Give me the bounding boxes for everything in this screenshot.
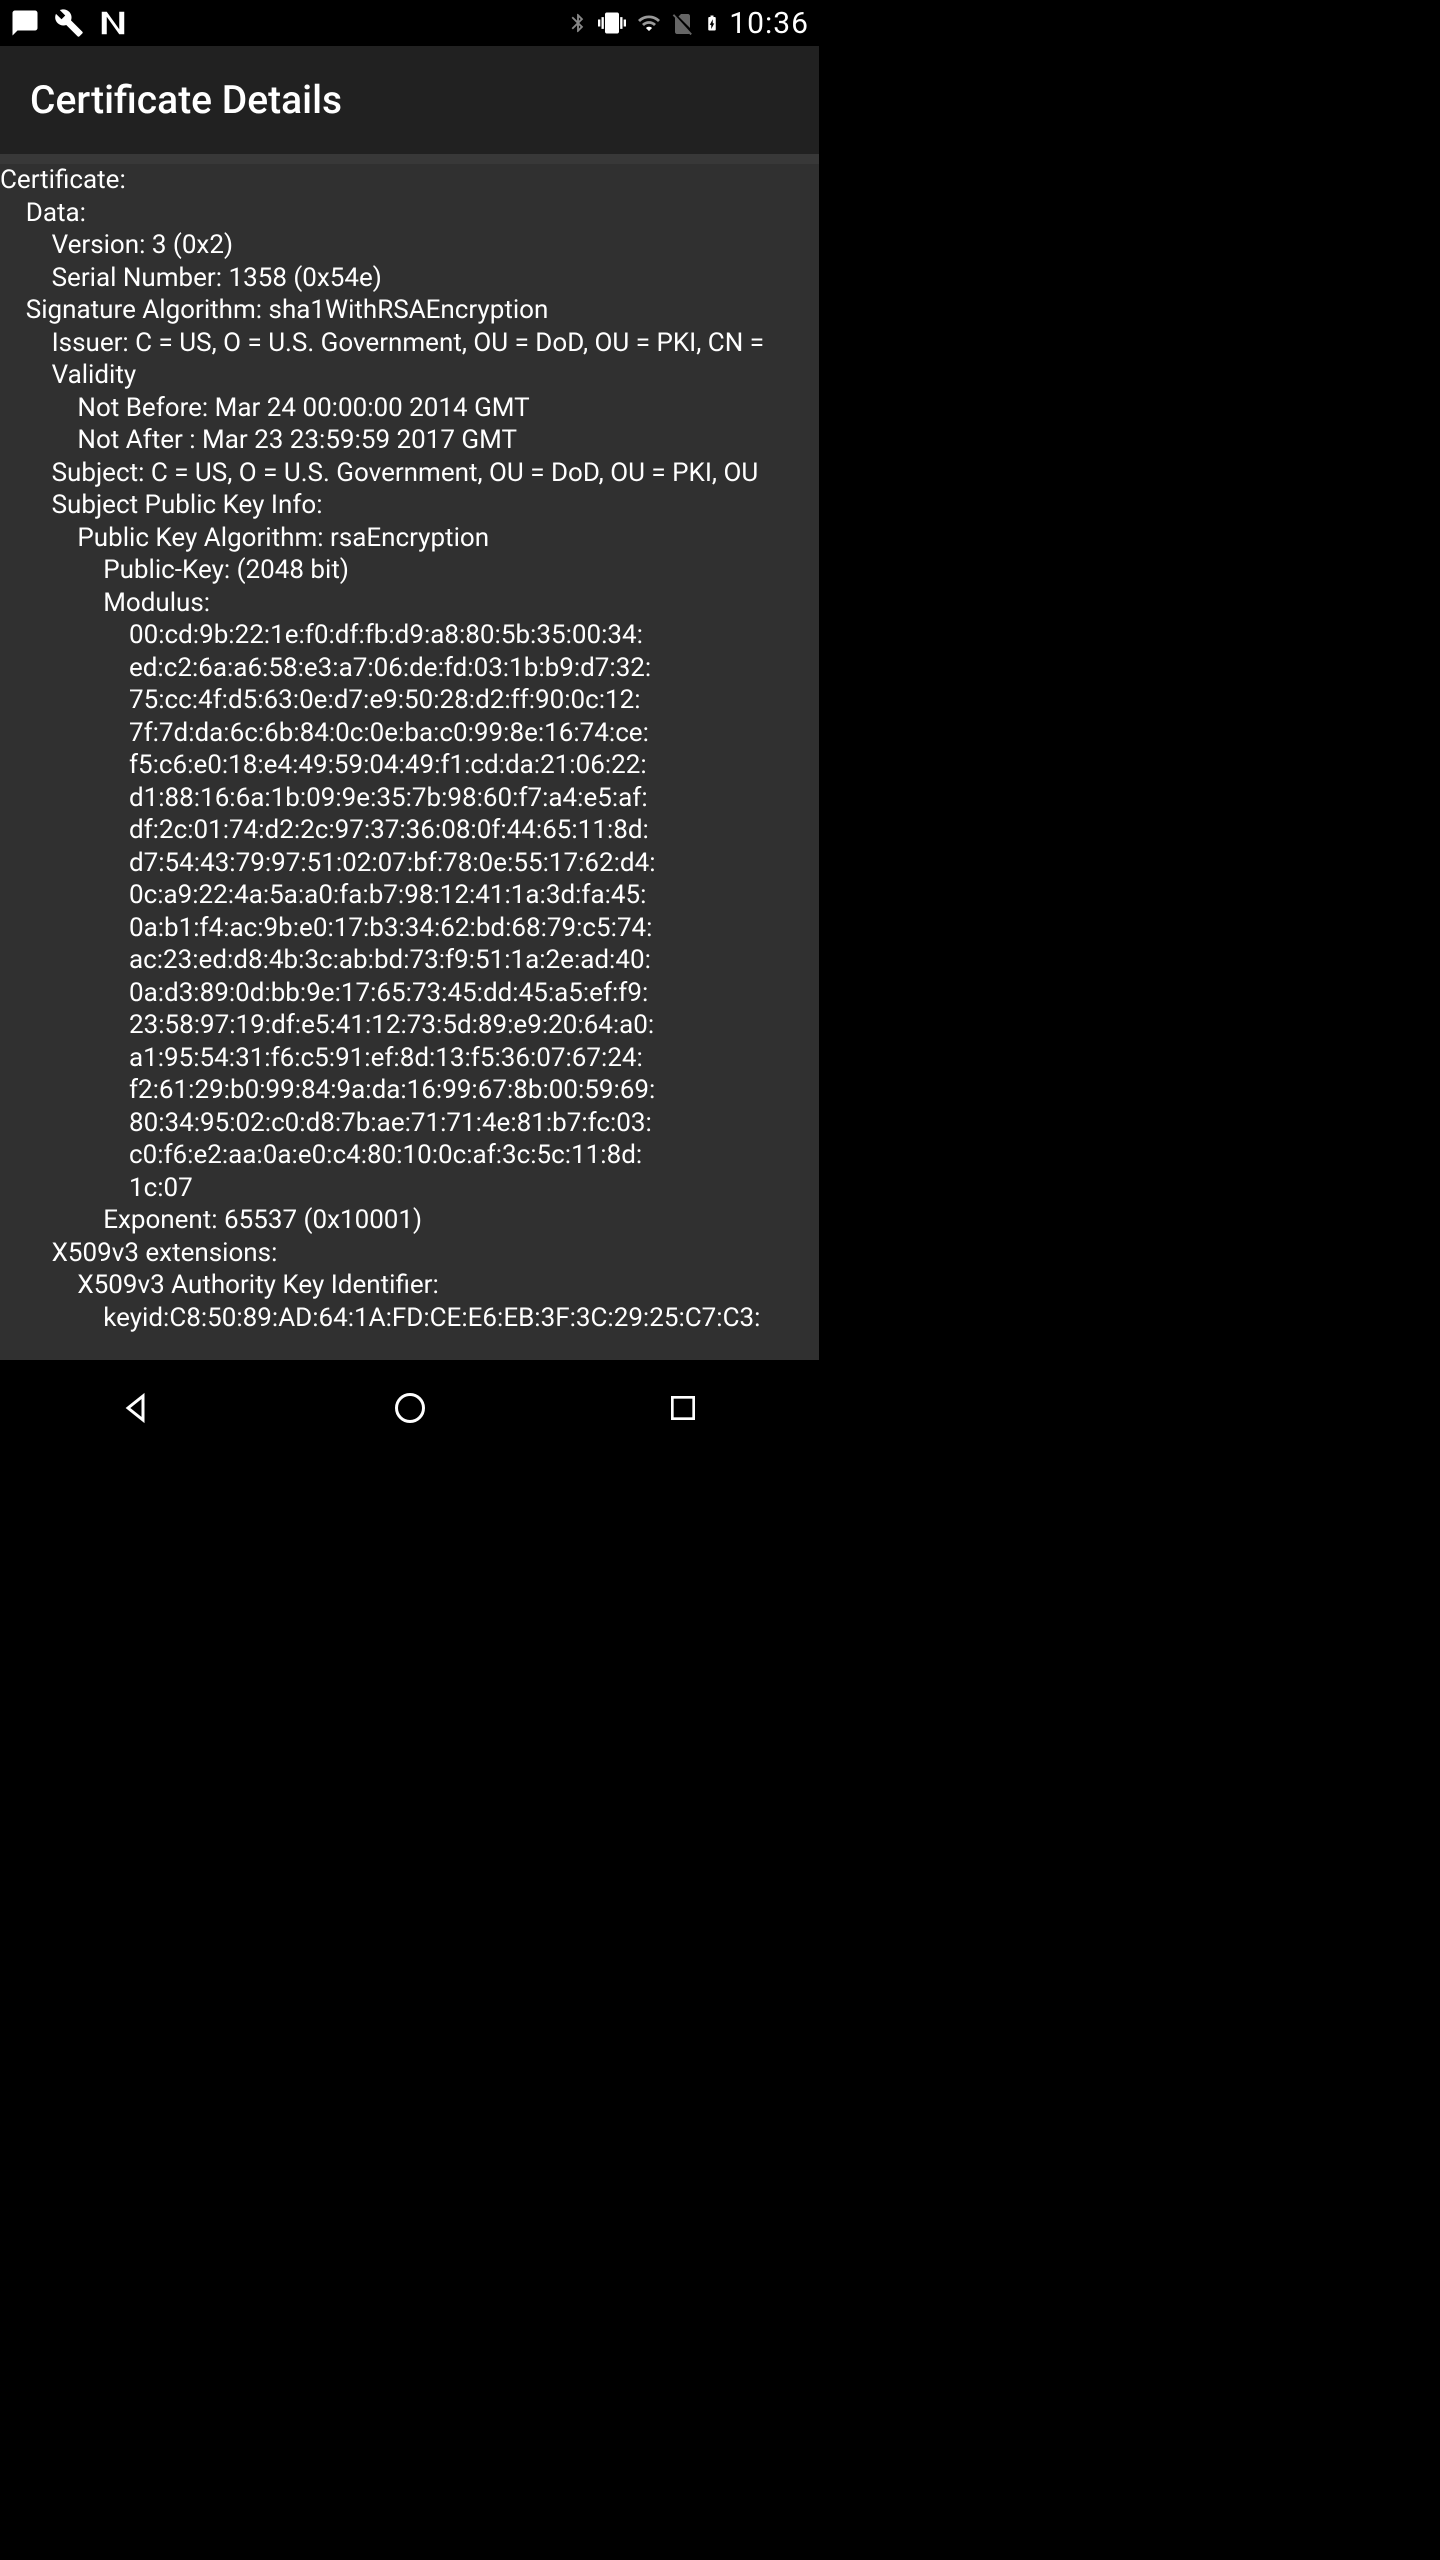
app-area: Certificate Details Certificate: Data: V…: [0, 46, 819, 1360]
recent-button[interactable]: [623, 1378, 743, 1438]
certificate-text: Certificate: Data: Version: 3 (0x2) Seri…: [0, 164, 819, 1334]
certificate-content[interactable]: Certificate: Data: Version: 3 (0x2) Seri…: [0, 164, 819, 1360]
header: Certificate Details: [0, 46, 819, 154]
message-icon: [10, 8, 40, 38]
vibrate-icon: [597, 9, 627, 37]
page-title: Certificate Details: [30, 77, 342, 123]
wrench-icon: [54, 8, 84, 38]
home-button[interactable]: [350, 1378, 470, 1438]
no-sim-icon: [671, 9, 695, 37]
bluetooth-icon: [567, 9, 589, 37]
screen: 10:36 Certificate Details Certificate: D…: [0, 0, 819, 1456]
status-bar: 10:36: [0, 0, 819, 46]
n-icon: [98, 8, 128, 38]
status-right: 10:36: [567, 6, 809, 41]
header-divider: [0, 154, 819, 164]
back-button[interactable]: [77, 1378, 197, 1438]
nav-bar: [0, 1360, 819, 1456]
wifi-icon: [635, 11, 663, 35]
status-left: [10, 8, 128, 38]
battery-charging-icon: [703, 8, 721, 38]
clock: 10:36: [729, 6, 809, 41]
